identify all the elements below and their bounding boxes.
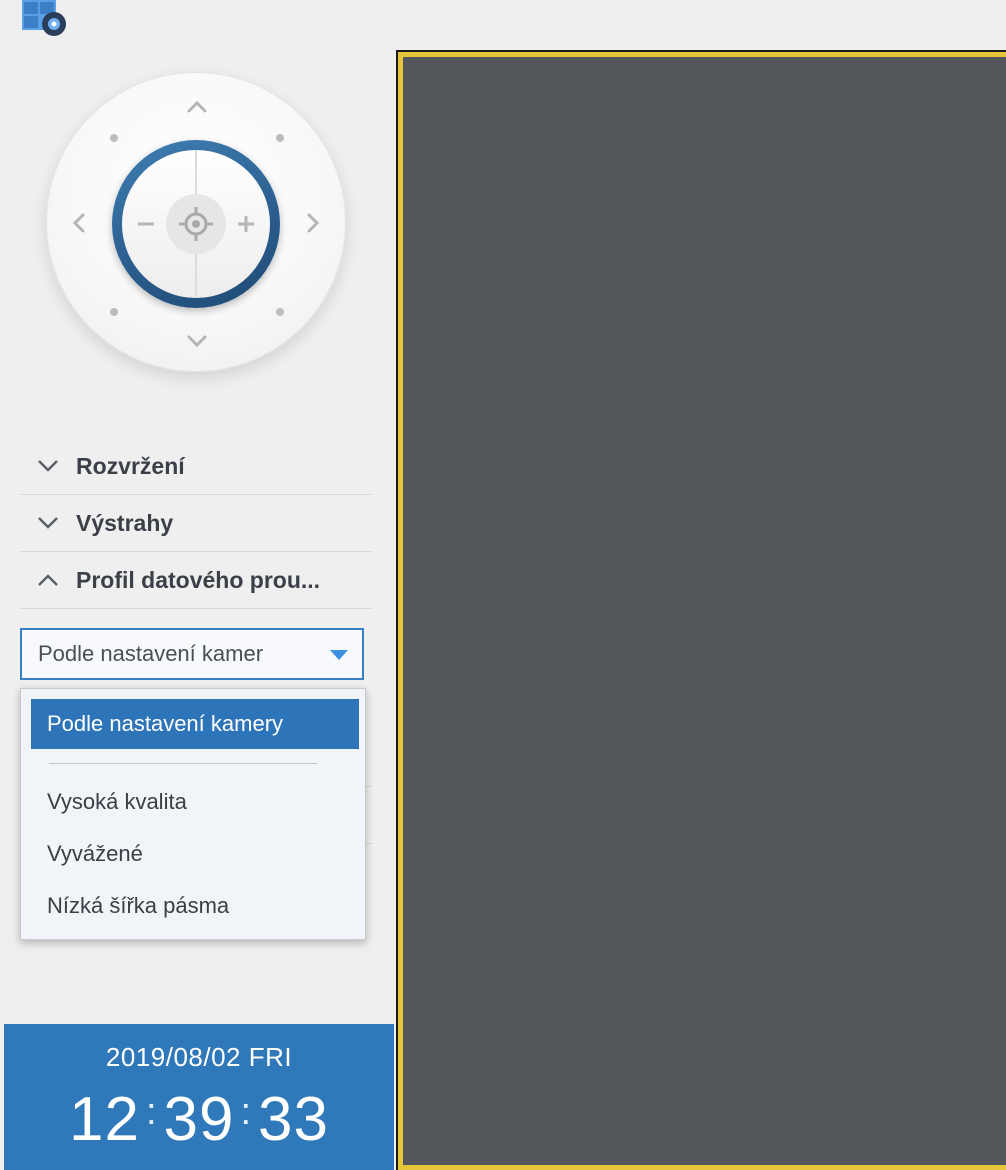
surveillance-station-icon <box>22 0 68 38</box>
clock-seconds: 33 <box>258 1085 330 1154</box>
clock-hours: 12 <box>68 1085 140 1154</box>
accordion-label: Profil datového prou... <box>76 566 321 593</box>
menu-item-camera-settings[interactable]: Podle nastavení kamery <box>31 699 359 749</box>
plus-icon <box>238 216 254 232</box>
chevron-up-icon <box>20 573 76 587</box>
pan-down-button[interactable] <box>182 326 212 356</box>
pan-up-left-button[interactable] <box>110 134 118 142</box>
ptz-home-button[interactable] <box>166 194 226 254</box>
ptz-control <box>46 72 346 372</box>
accordion-label: Rozvržení <box>76 452 185 479</box>
pan-up-right-button[interactable] <box>276 134 284 142</box>
dropdown-caret-icon <box>330 650 348 660</box>
menu-item-low-bandwidth[interactable]: Nízká šířka pásma <box>31 881 359 931</box>
minus-icon <box>138 222 154 226</box>
accordion-alerts[interactable]: Výstrahy <box>20 495 372 552</box>
zoom-out-button[interactable] <box>130 208 162 240</box>
chevron-right-icon <box>307 213 320 233</box>
menu-item-balanced[interactable]: Vyvážené <box>31 829 359 879</box>
zoom-in-button[interactable] <box>230 208 262 240</box>
pan-up-button[interactable] <box>182 92 212 122</box>
clock-date: 2019/08/02 FRI <box>105 1042 293 1072</box>
chevron-down-icon <box>20 459 76 473</box>
chevron-down-icon <box>187 335 207 348</box>
accordion-label: Výstrahy <box>76 509 174 536</box>
stream-profile-select[interactable]: Podle nastavení kamer <box>20 628 364 680</box>
video-tile-selected[interactable] <box>398 52 1006 1170</box>
clock-minutes: 39 <box>163 1085 235 1154</box>
pan-right-button[interactable] <box>298 208 328 238</box>
pan-down-left-button[interactable] <box>110 308 118 316</box>
clock-panel: 2019/08/02 FRI 12:39:33 <box>4 1024 394 1170</box>
menu-item-high-quality[interactable]: Vysoká kvalita <box>31 777 359 827</box>
pan-left-button[interactable] <box>64 208 94 238</box>
pan-down-right-button[interactable] <box>276 308 284 316</box>
menu-separator <box>49 763 317 764</box>
crosshair-icon <box>179 207 213 241</box>
chevron-down-icon <box>20 516 76 530</box>
chevron-left-icon <box>72 213 85 233</box>
stream-profile-menu: Podle nastavení kamery Vysoká kvalita Vy… <box>20 688 366 940</box>
stream-profile-selected-value: Podle nastavení kamer <box>38 641 264 666</box>
clock-time: 12:39:33 <box>68 1085 330 1154</box>
accordion-layout[interactable]: Rozvržení <box>20 438 372 495</box>
video-panel <box>396 50 1006 1170</box>
chevron-up-icon <box>187 100 207 113</box>
zoom-ring <box>112 140 280 308</box>
side-panel-accordion: Rozvržení Výstrahy Profil datového prou.… <box>20 438 372 609</box>
zoom-pad <box>122 150 270 298</box>
accordion-stream-profile[interactable]: Profil datového prou... <box>20 552 372 609</box>
